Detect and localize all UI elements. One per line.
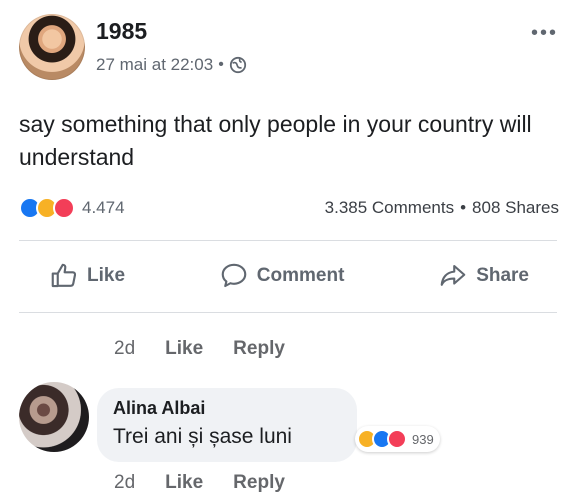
comment-time[interactable]: 2d [114, 338, 135, 360]
post-timestamp[interactable]: 27 mai at 22:03 [96, 55, 213, 75]
reaction-icons [19, 197, 75, 219]
love-reaction-icon [387, 429, 407, 449]
post-text: say something that only people in your c… [19, 111, 532, 170]
reaction-count: 4.474 [82, 198, 125, 217]
post-stats: 4.474 3.385 Comments • 808 Shares [19, 194, 559, 222]
comment-button[interactable]: Comment [189, 255, 375, 297]
share-button[interactable]: Share [408, 255, 559, 297]
like-button[interactable]: Like [19, 255, 155, 297]
globe-icon [229, 56, 246, 74]
reaction-summary[interactable]: 4.474 [19, 197, 125, 219]
comment-button-label: Comment [256, 265, 345, 286]
comment-meta: 2d Like Reply [114, 472, 285, 494]
comment-reaction-count: 939 [412, 431, 434, 447]
meta-separator: • [218, 56, 224, 73]
comment-like-link[interactable]: Like [165, 338, 203, 360]
comment-section: 2d Like Reply Alina Albai Trei ani și șa… [0, 316, 576, 496]
love-reaction-icon [53, 197, 75, 219]
divider [19, 240, 557, 241]
comments-count[interactable]: 3.385 Comments [325, 198, 454, 218]
thumbs-up-icon [51, 263, 77, 288]
comment-reply-link[interactable]: Reply [233, 338, 285, 360]
post-actions: Like Comment Share [19, 252, 559, 300]
previous-comment-meta: 2d Like Reply [114, 338, 285, 360]
share-arrow-icon [440, 264, 466, 286]
shares-count[interactable]: 808 Shares [472, 198, 559, 218]
comment-icon [221, 263, 247, 288]
commenter-name[interactable]: Alina Albai [113, 398, 341, 419]
engagement-counts: 3.385 Comments • 808 Shares [325, 198, 559, 218]
more-options-icon[interactable]: ••• [531, 22, 558, 45]
counts-separator: • [460, 198, 467, 217]
comment-reaction-icons [357, 429, 407, 449]
comment-time[interactable]: 2d [114, 472, 135, 494]
comment-reply-link[interactable]: Reply [233, 472, 285, 494]
comment-text: Trei ani și șase luni [113, 425, 292, 448]
like-button-label: Like [87, 265, 126, 286]
share-button-label: Share [476, 265, 529, 286]
comment-bubble: Alina Albai Trei ani și șase luni [97, 388, 357, 462]
post-meta: 27 mai at 22:03 • [96, 55, 247, 75]
comment-like-link[interactable]: Like [165, 472, 203, 494]
post-card: 1985 27 mai at 22:03 • ••• say something… [0, 0, 576, 316]
comment-reaction-summary[interactable]: 939 [355, 426, 440, 452]
post-author-name[interactable]: 1985 [96, 18, 147, 45]
author-avatar[interactable] [19, 14, 85, 80]
divider [19, 312, 557, 313]
commenter-avatar[interactable] [19, 382, 89, 452]
